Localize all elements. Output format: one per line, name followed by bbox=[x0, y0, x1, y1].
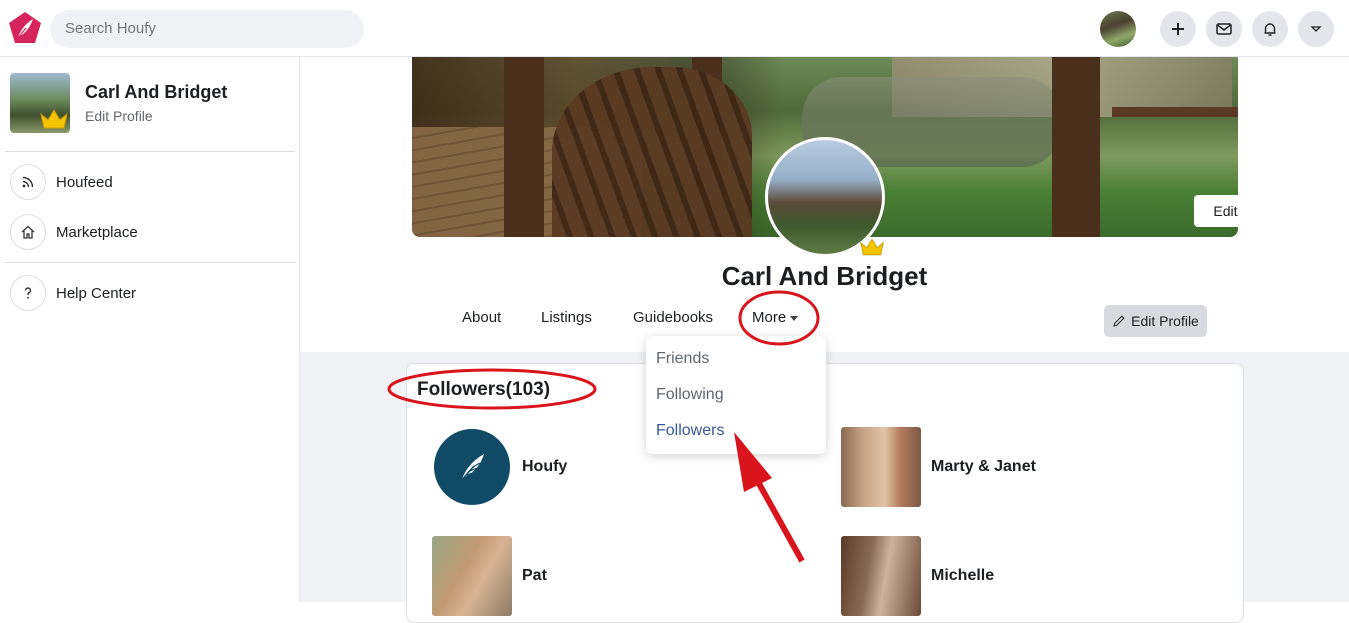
follower-item[interactable]: Michelle bbox=[841, 536, 994, 616]
follower-item[interactable]: Pat bbox=[432, 536, 547, 616]
crown-icon bbox=[860, 238, 884, 256]
follower-avatar[interactable] bbox=[841, 536, 921, 616]
houfy-logo-icon[interactable] bbox=[7, 10, 43, 46]
tab-more[interactable]: More bbox=[752, 309, 799, 326]
mail-icon bbox=[1216, 23, 1232, 35]
help-icon bbox=[10, 275, 46, 311]
follower-name[interactable]: Houfy bbox=[522, 458, 567, 476]
sidebar-item-houfeed[interactable]: Houfeed bbox=[10, 164, 290, 200]
plus-icon bbox=[1172, 23, 1184, 35]
follower-item[interactable]: Marty & Janet bbox=[841, 427, 1036, 507]
menu-item-friends[interactable]: Friends bbox=[656, 350, 709, 368]
account-menu-button[interactable] bbox=[1298, 11, 1334, 47]
more-dropdown-menu: Friends Following Followers bbox=[646, 336, 826, 454]
follower-avatar[interactable] bbox=[432, 536, 512, 616]
profile-name: Carl And Bridget bbox=[721, 261, 928, 291]
sidebar-item-label: Houfeed bbox=[56, 173, 113, 191]
follower-item[interactable]: Houfy bbox=[432, 427, 567, 507]
feather-icon bbox=[459, 454, 484, 483]
follower-avatar[interactable] bbox=[841, 427, 921, 507]
sidebar-item-label: Help Center bbox=[56, 284, 137, 302]
rss-icon bbox=[10, 164, 46, 200]
divider bbox=[5, 151, 295, 152]
messages-button[interactable] bbox=[1206, 11, 1242, 47]
follower-name[interactable]: Marty & Janet bbox=[931, 458, 1036, 476]
caret-down-icon bbox=[790, 315, 799, 321]
follower-avatar[interactable] bbox=[432, 427, 512, 507]
divider bbox=[5, 262, 295, 263]
home-icon bbox=[10, 214, 46, 250]
profile-header: Edit cover photo Carl And Bridget About … bbox=[300, 57, 1349, 352]
sidebar-item-label: Marketplace bbox=[56, 223, 138, 241]
bell-icon bbox=[1264, 23, 1276, 36]
tab-about[interactable]: About bbox=[462, 309, 501, 326]
follower-name[interactable]: Pat bbox=[522, 567, 547, 585]
notifications-button[interactable] bbox=[1252, 11, 1288, 47]
top-navigation-bar bbox=[0, 0, 1349, 57]
crown-icon bbox=[40, 109, 68, 129]
sidebar-item-marketplace[interactable]: Marketplace bbox=[10, 214, 290, 250]
edit-profile-button[interactable]: Edit Profile bbox=[1104, 305, 1207, 337]
sidebar-item-help-center[interactable]: Help Center bbox=[10, 275, 290, 311]
followers-title: Followers(103) bbox=[417, 379, 551, 400]
menu-item-following[interactable]: Following bbox=[656, 386, 724, 404]
create-plus-button[interactable] bbox=[1160, 11, 1196, 47]
chevron-down-icon bbox=[1310, 26, 1322, 32]
main-content: Edit cover photo Carl And Bridget About … bbox=[300, 57, 1349, 623]
left-sidebar: Carl And Bridget Edit Profile Houfeed Ma… bbox=[0, 57, 300, 602]
follower-name[interactable]: Michelle bbox=[931, 567, 994, 585]
search-input[interactable] bbox=[50, 10, 364, 48]
user-avatar[interactable] bbox=[1100, 11, 1136, 47]
sidebar-edit-profile-link[interactable]: Edit Profile bbox=[85, 108, 153, 124]
menu-item-followers[interactable]: Followers bbox=[656, 422, 724, 440]
tab-listings[interactable]: Listings bbox=[541, 309, 592, 326]
tab-guidebooks[interactable]: Guidebooks bbox=[633, 309, 713, 326]
edit-cover-photo-button[interactable]: Edit cover photo bbox=[1194, 195, 1238, 227]
pencil-icon bbox=[1113, 315, 1125, 327]
sidebar-profile-name[interactable]: Carl And Bridget bbox=[85, 82, 227, 103]
